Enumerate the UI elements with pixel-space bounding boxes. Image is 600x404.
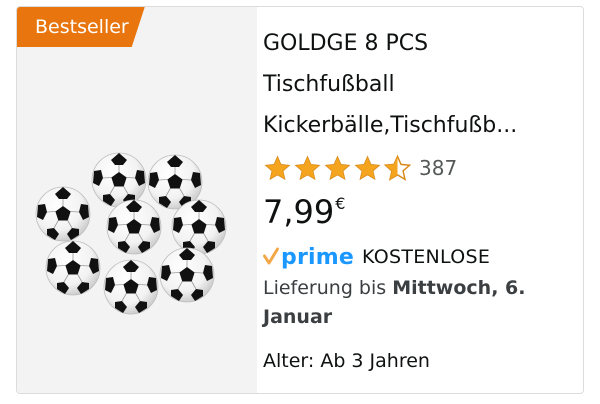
star-half-icon	[383, 154, 412, 181]
product-image[interactable]: Bestseller	[17, 7, 257, 393]
star-full-icon	[324, 155, 351, 180]
star-full-icon	[294, 155, 321, 180]
foosball-balls-image	[35, 152, 227, 315]
price: 7,99 €	[263, 192, 579, 236]
price-currency: €	[335, 194, 346, 213]
review-count[interactable]: 387	[419, 156, 457, 180]
product-info: GOLDGE 8 PCS Tischfußball Kickerbälle,Ti…	[263, 23, 579, 372]
bestseller-badge-label: Bestseller	[35, 16, 129, 38]
rating-row[interactable]: 387	[263, 148, 579, 188]
shipping-label: KOSTENLOSE	[361, 246, 491, 268]
product-title-line[interactable]: Kickerbälle,Tischfußb...	[263, 105, 579, 146]
star-rating	[263, 154, 412, 183]
product-title[interactable]: GOLDGE 8 PCS Tischfußball Kickerbälle,Ti…	[263, 23, 579, 146]
prime-check-icon	[263, 247, 279, 265]
price-whole: 7,99	[263, 193, 335, 231]
delivery-prefix: Lieferung bis	[263, 277, 393, 299]
star-full-icon	[264, 155, 291, 180]
star-full-icon	[354, 155, 381, 180]
delivery-info: Lieferung bis Mittwoch, 6. Januar	[263, 274, 579, 332]
product-title-line[interactable]: GOLDGE 8 PCS	[263, 23, 579, 64]
prime-label: prime	[281, 244, 354, 270]
prime-shipping-row: prime KOSTENLOSE	[263, 242, 579, 272]
prime-logo: prime	[263, 245, 354, 270]
product-title-line[interactable]: Tischfußball	[263, 64, 579, 105]
bestseller-badge: Bestseller	[17, 7, 145, 47]
age-recommendation: Alter: Ab 3 Jahren	[263, 350, 430, 372]
product-card[interactable]: Bestseller GOLDGE 8 PCS Tischfußball Kic…	[16, 6, 584, 394]
